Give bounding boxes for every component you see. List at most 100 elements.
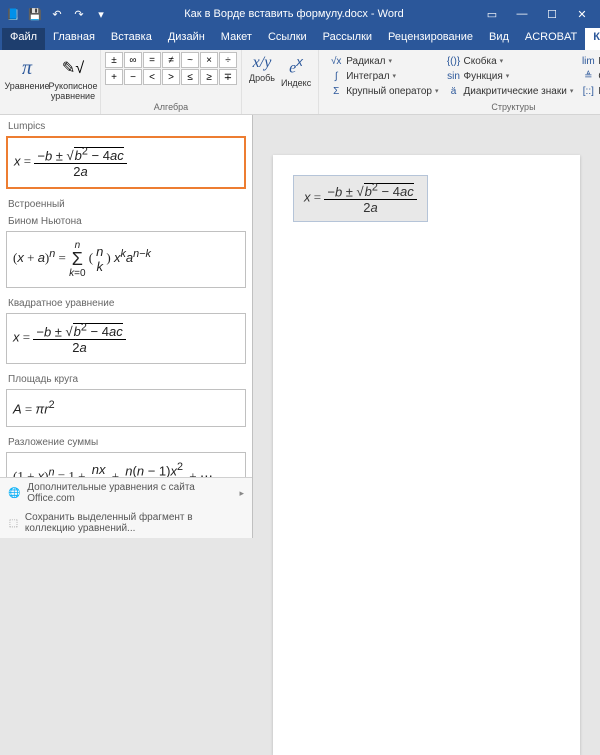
undo-icon[interactable]: ↶ — [48, 5, 66, 23]
ribbon-tabs: Файл Главная Вставка Дизайн Макет Ссылки… — [0, 28, 600, 50]
diacritic-button[interactable]: äДиакритические знаки▾ — [447, 84, 574, 98]
integral-icon: ∫ — [329, 69, 343, 83]
chevron-right-icon: ▸ — [239, 488, 244, 499]
fraction-button[interactable]: x/y Дробь — [246, 52, 278, 85]
gallery-footer: 🌐 Дополнительные уравнения с сайта Offic… — [0, 477, 252, 538]
structures-label: Структуры — [323, 101, 600, 112]
radical-button[interactable]: √xРадикал▾ — [329, 54, 438, 68]
group-structures-small: x/y Дробь ex Индекс — [242, 50, 319, 114]
tab-references[interactable]: Ссылки — [260, 28, 315, 50]
close-icon[interactable]: ✕ — [568, 4, 596, 24]
symbol-gt[interactable]: > — [162, 69, 180, 85]
tab-review[interactable]: Рецензирование — [380, 28, 481, 50]
tab-file[interactable]: Файл — [2, 28, 45, 50]
eq-item-sum-expansion[interactable]: (1 + x)n = 1 + nx1! + n(n − 1)x22! + ⋯ — [6, 452, 246, 477]
document-page[interactable]: x = −b ± b2 − 4ac2a — [273, 155, 580, 755]
operator-button[interactable]: ≜Оператор▾ — [581, 69, 600, 83]
ribbon-options-icon[interactable]: ▭ — [478, 4, 506, 24]
symbol-div[interactable]: ÷ — [219, 52, 237, 68]
symbol-inf[interactable]: ∞ — [124, 52, 142, 68]
symbol-ge[interactable]: ≥ — [200, 69, 218, 85]
symbol-times[interactable]: × — [200, 52, 218, 68]
chevron-down-icon: ▾ — [435, 87, 439, 95]
symbol-mp[interactable]: ∓ — [219, 69, 237, 85]
maximize-icon[interactable]: ☐ — [538, 4, 566, 24]
matrix-icon: [::] — [581, 84, 595, 98]
chevron-down-icon: ▾ — [389, 57, 393, 65]
gallery-scroll[interactable]: Lumpics x = −b ± b2 − 4ac2a Встроенный Б… — [0, 115, 252, 477]
symbol-plus[interactable]: + — [105, 69, 123, 85]
eq-item-quadratic[interactable]: x = −b ± b2 − 4ac2a — [6, 313, 246, 364]
tab-mailings[interactable]: Рассылки — [315, 28, 380, 50]
tab-constructor[interactable]: Конструктор — [585, 28, 600, 50]
inserted-equation[interactable]: x = −b ± b2 − 4ac2a — [293, 175, 428, 222]
formula-quadratic: x = −b ± b2 − 4ac2a — [13, 322, 126, 355]
eq-item-lumpics[interactable]: x = −b ± b2 − 4ac2a — [6, 136, 246, 189]
symbol-tilde[interactable]: ~ — [181, 52, 199, 68]
save-icon[interactable]: 💾 — [26, 5, 44, 23]
equation-gallery: Lumpics x = −b ± b2 − 4ac2a Встроенный Б… — [0, 115, 253, 538]
title-quadratic: Квадратное уравнение — [2, 294, 250, 311]
equation-button[interactable]: π Уравнение — [4, 52, 50, 104]
qat-dropdown-icon[interactable]: ▾ — [92, 5, 110, 23]
large-op-button[interactable]: ΣКрупный оператор▾ — [329, 84, 438, 98]
operator-icon: ≜ — [581, 69, 595, 83]
section-lumpics: Lumpics — [2, 117, 250, 134]
group-structures: √xРадикал▾ {()}Скобка▾ limПредел и логар… — [319, 50, 600, 114]
ribbon: π Уравнение ✎√ Рукописное уравнение ± ∞ … — [0, 50, 600, 115]
tab-view[interactable]: Вид — [481, 28, 517, 50]
function-button[interactable]: sinФункция▾ — [447, 69, 574, 83]
algebra-label: Алгебра — [105, 101, 237, 112]
radical-icon: √x — [329, 54, 343, 68]
save-selection-link[interactable]: ⬚ Сохранить выделенный фрагмент в коллек… — [0, 508, 252, 538]
tab-home[interactable]: Главная — [45, 28, 103, 50]
bracket-icon: {()} — [447, 54, 461, 68]
eq-item-binom[interactable]: (x + a)n = nΣk=0 (nk) xkan−k — [6, 231, 246, 287]
globe-icon: 🌐 — [8, 486, 21, 500]
symbol-grid: ± ∞ = ≠ ~ × ÷ + − < > ≤ ≥ ∓ — [105, 52, 237, 85]
workspace: Lumpics x = −b ± b2 − 4ac2a Встроенный Б… — [0, 115, 600, 538]
save-fragment-icon: ⬚ — [8, 516, 19, 530]
sigma-icon: Σ — [329, 84, 343, 98]
title-sum-expansion: Разложение суммы — [2, 433, 250, 450]
limit-icon: lim — [581, 54, 595, 68]
group-tools: π Уравнение ✎√ Рукописное уравнение — [0, 50, 101, 114]
minimize-icon[interactable]: — — [508, 4, 536, 24]
symbol-neq[interactable]: ≠ — [162, 52, 180, 68]
limit-log-button[interactable]: limПредел и логарифм▾ — [581, 54, 600, 68]
integral-button[interactable]: ∫Интеграл▾ — [329, 69, 438, 83]
index-icon: ex — [289, 54, 303, 77]
chevron-down-icon: ▾ — [506, 72, 510, 80]
formula-binom: (x + a)n = nΣk=0 (nk) xkan−k — [13, 240, 151, 278]
ink-equation-button[interactable]: ✎√ Рукописное уравнение — [50, 52, 96, 104]
function-icon: sin — [447, 69, 461, 83]
symbol-minus[interactable]: − — [124, 69, 142, 85]
bracket-button[interactable]: {()}Скобка▾ — [447, 54, 574, 68]
index-button[interactable]: ex Индекс — [278, 52, 314, 90]
group-symbols: ± ∞ = ≠ ~ × ÷ + − < > ≤ ≥ ∓ Алгебра — [101, 50, 242, 114]
pi-icon: π — [13, 54, 41, 82]
formula-sum-expansion: (1 + x)n = 1 + nx1! + n(n − 1)x22! + ⋯ — [13, 461, 213, 477]
tab-insert[interactable]: Вставка — [103, 28, 160, 50]
tab-design[interactable]: Дизайн — [160, 28, 213, 50]
document-title: Как в Ворде вставить формулу.docx - Word — [110, 8, 478, 20]
fraction-icon: x/y — [253, 54, 272, 72]
matrix-button[interactable]: [::]Матрица▾ — [581, 84, 600, 98]
formula-quadratic-selected: x = −b ± b2 − 4ac2a — [14, 146, 127, 179]
symbol-le[interactable]: ≤ — [181, 69, 199, 85]
tab-acrobat[interactable]: ACROBAT — [517, 28, 585, 50]
diacritic-icon: ä — [447, 84, 461, 98]
symbol-eq[interactable]: = — [143, 52, 161, 68]
document-area[interactable]: x = −b ± b2 − 4ac2a — [253, 115, 600, 538]
word-icon: 📘 — [4, 5, 22, 23]
redo-icon[interactable]: ↷ — [70, 5, 88, 23]
symbol-lt[interactable]: < — [143, 69, 161, 85]
window-controls: ▭ — ☐ ✕ — [478, 4, 596, 24]
eq-item-circle[interactable]: A = πr2 — [6, 389, 246, 427]
section-builtin: Встроенный — [2, 195, 250, 212]
symbol-pm[interactable]: ± — [105, 52, 123, 68]
tab-layout[interactable]: Макет — [213, 28, 260, 50]
more-equations-link[interactable]: 🌐 Дополнительные уравнения с сайта Offic… — [0, 478, 252, 508]
formula-circle: A = πr2 — [13, 399, 55, 417]
ink-icon: ✎√ — [59, 54, 87, 82]
